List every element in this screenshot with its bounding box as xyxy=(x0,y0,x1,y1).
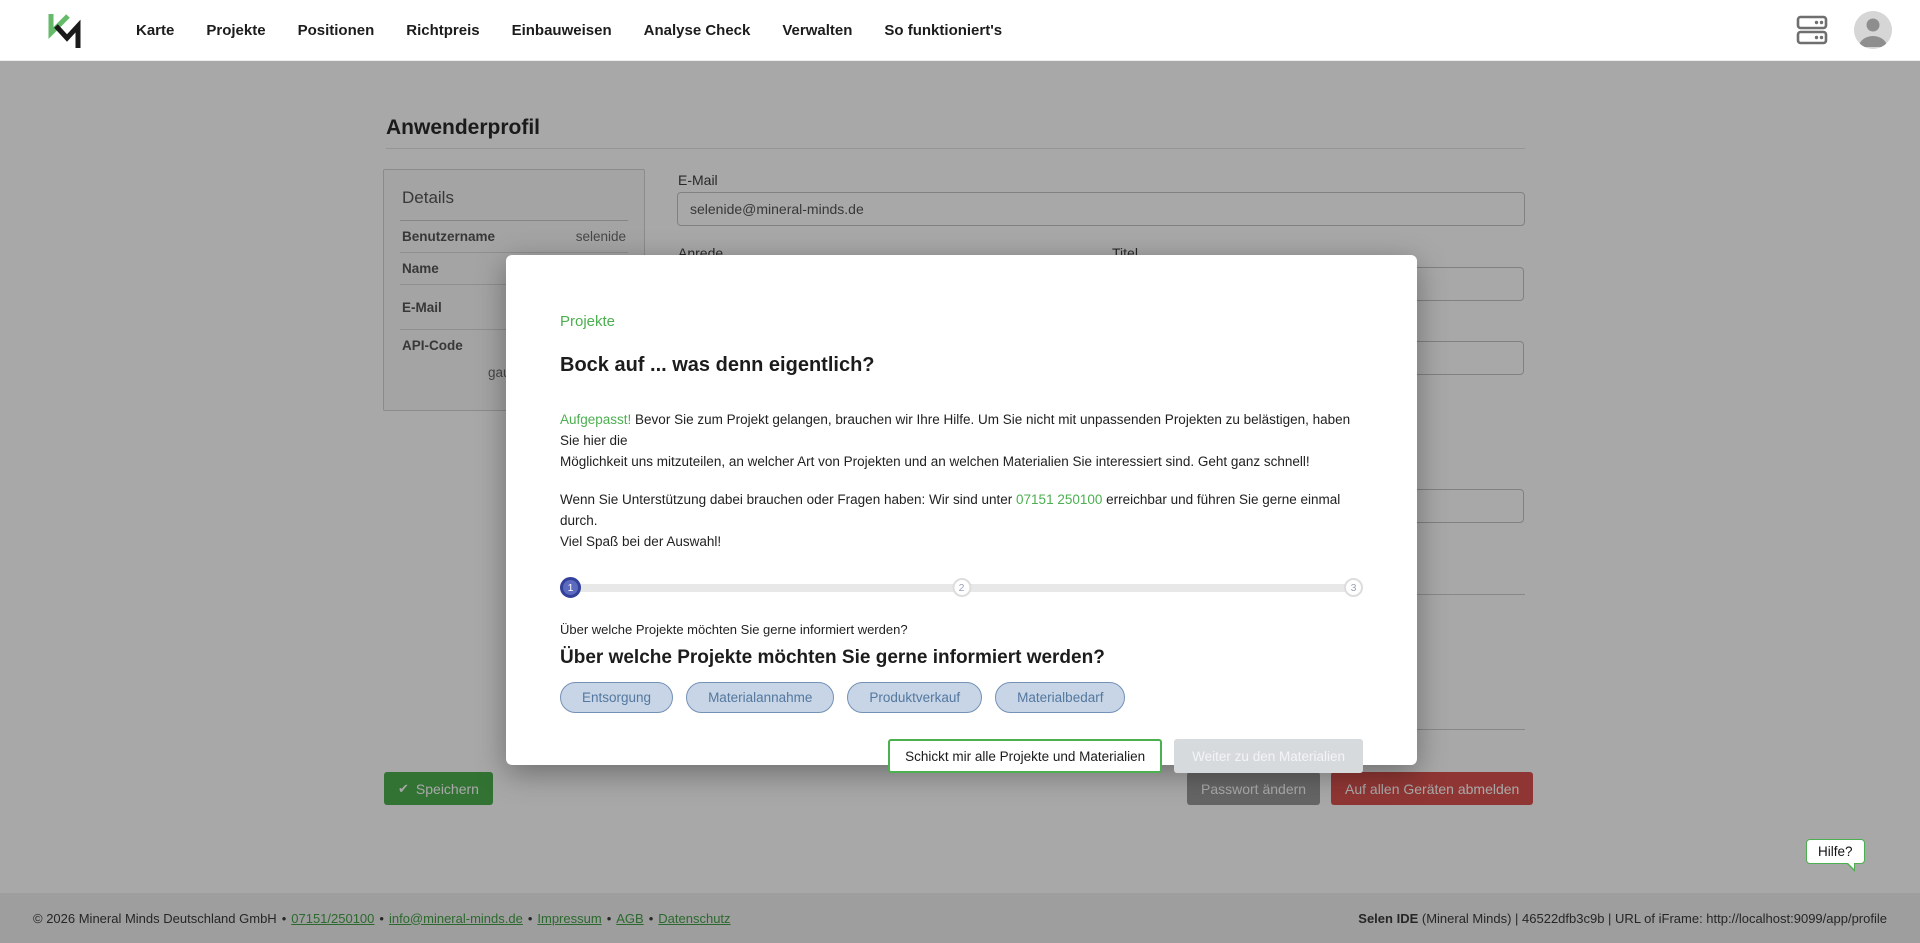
support-paragraph: Wenn Sie Unterstützung dabei brauchen od… xyxy=(560,489,1363,552)
nav-item-verwalten[interactable]: Verwalten xyxy=(782,22,852,39)
nav-item-einbauweisen[interactable]: Einbauweisen xyxy=(512,22,612,39)
projects-onboarding-modal: Projekte Bock auf ... was denn eigentlic… xyxy=(506,255,1417,765)
question-heading: Über welche Projekte möchten Sie gerne i… xyxy=(560,647,1363,669)
nav-item-so-funktionierts[interactable]: So funktioniert's xyxy=(884,22,1002,39)
header-right-icons xyxy=(1794,11,1892,49)
intro-line2: Möglichkeit uns mitzuteilen, an welcher … xyxy=(560,454,1310,469)
phone-link[interactable]: 07151 250100 xyxy=(1016,492,1102,507)
nav-item-analyse-check[interactable]: Analyse Check xyxy=(644,22,751,39)
help-tooltip[interactable]: Hilfe? xyxy=(1806,839,1865,864)
intro-line1: Bevor Sie zum Projekt gelangen, brauchen… xyxy=(560,412,1350,448)
nav-item-karte[interactable]: Karte xyxy=(136,22,174,39)
modal-eyebrow: Projekte xyxy=(560,313,1363,330)
main-nav: Karte Projekte Positionen Richtpreis Ein… xyxy=(136,22,1002,39)
wizard-progress-bar: 1 2 3 xyxy=(560,578,1363,598)
question-label: Über welche Projekte möchten Sie gerne i… xyxy=(560,622,1363,637)
nav-item-positionen[interactable]: Positionen xyxy=(298,22,375,39)
step-indicator-2: 2 xyxy=(952,578,971,597)
chip-entsorgung[interactable]: Entsorgung xyxy=(560,682,673,713)
step-indicator-3: 3 xyxy=(1344,578,1363,597)
modal-title: Bock auf ... was denn eigentlich? xyxy=(560,354,1363,377)
server-icon[interactable] xyxy=(1794,14,1830,46)
support-text-before: Wenn Sie Unterstützung dabei brauchen od… xyxy=(560,492,1016,507)
chip-materialbedarf[interactable]: Materialbedarf xyxy=(995,682,1125,713)
nav-item-richtpreis[interactable]: Richtpreis xyxy=(406,22,479,39)
support-line2: Viel Spaß bei der Auswahl! xyxy=(560,534,721,549)
modal-actions: Schickt mir alle Projekte und Materialie… xyxy=(560,739,1363,773)
nav-item-projekte[interactable]: Projekte xyxy=(206,22,265,39)
app-screen: Karte Projekte Positionen Richtpreis Ein… xyxy=(0,0,1920,943)
attention-highlight: Aufgepasst! xyxy=(560,412,631,427)
project-type-chips: Entsorgung Materialannahme Produktverkau… xyxy=(560,682,1363,713)
chip-materialannahme[interactable]: Materialannahme xyxy=(686,682,834,713)
intro-paragraph: Aufgepasst! Bevor Sie zum Projekt gelang… xyxy=(560,409,1363,472)
send-all-projects-button[interactable]: Schickt mir alle Projekte und Materialie… xyxy=(888,739,1162,773)
top-navigation-bar: Karte Projekte Positionen Richtpreis Ein… xyxy=(0,0,1920,61)
user-avatar-icon[interactable] xyxy=(1854,11,1892,49)
next-to-materials-button[interactable]: Weiter zu den Materialien xyxy=(1174,739,1363,773)
mineral-minds-logo-icon[interactable] xyxy=(44,9,84,51)
step-indicator-1: 1 xyxy=(560,577,581,598)
chip-produktverkauf[interactable]: Produktverkauf xyxy=(847,682,982,713)
